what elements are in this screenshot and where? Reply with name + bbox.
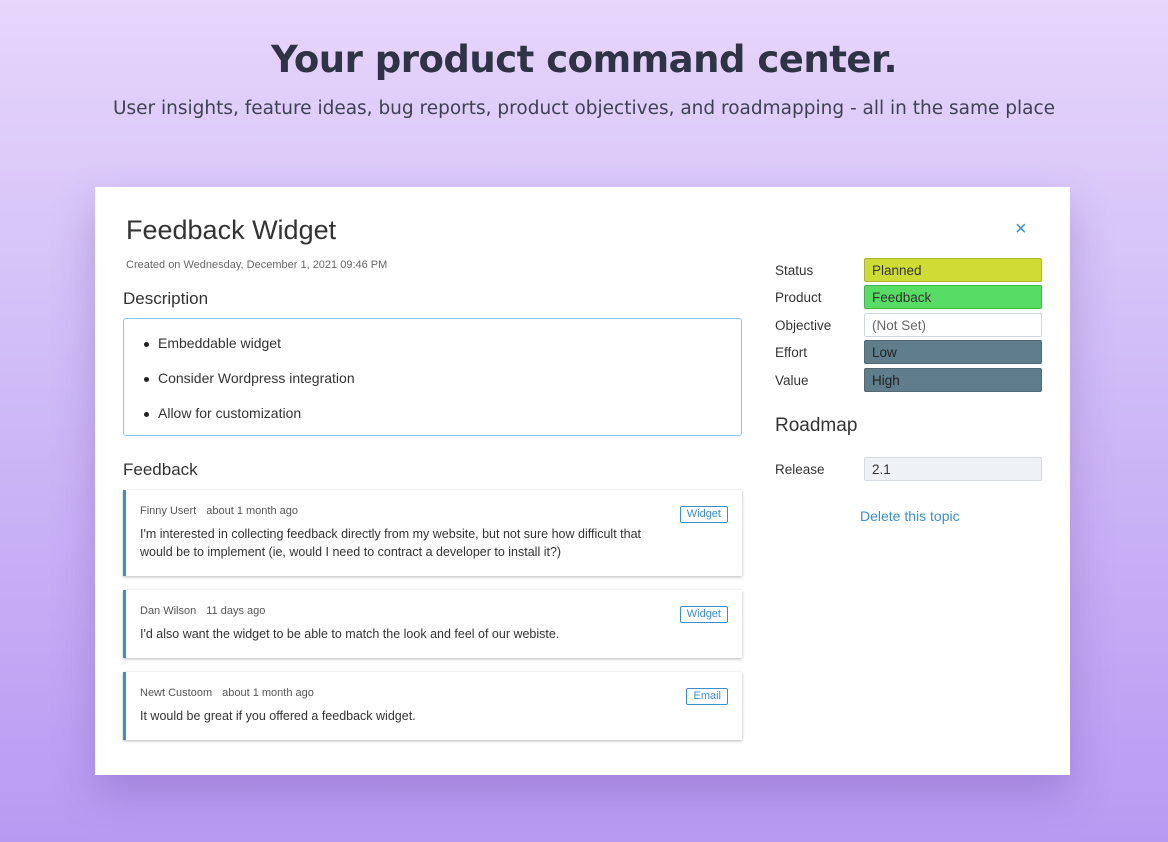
delete-topic-link[interactable]: Delete this topic: [860, 508, 960, 524]
roadmap-heading: Roadmap: [775, 415, 858, 436]
description-heading: Description: [123, 289, 209, 308]
release-input[interactable]: 2.1: [864, 457, 1042, 481]
feedback-text: I'd also want the widget to be able to m…: [140, 627, 560, 641]
topic-title: Feedback Widget: [126, 215, 337, 245]
feedback-time: 11 days ago: [206, 605, 266, 617]
close-icon[interactable]: ×: [1015, 219, 1027, 239]
effort-label: Effort: [775, 345, 808, 360]
status-label: Status: [775, 263, 814, 278]
value-select[interactable]: High: [864, 368, 1042, 392]
release-label: Release: [775, 462, 825, 477]
feedback-meta: Dan Wilson 11 days ago: [140, 605, 265, 617]
feedback-meta: Finny Usert about 1 month ago: [140, 505, 298, 517]
effort-select[interactable]: Low: [864, 340, 1042, 364]
value-label: Value: [775, 373, 809, 388]
objective-label: Objective: [775, 318, 832, 333]
hero-subtitle: User insights, feature ideas, bug report…: [112, 98, 1056, 119]
created-timestamp: Created on Wednesday, December 1, 2021 0…: [126, 259, 388, 271]
feedback-tag[interactable]: Widget: [679, 606, 728, 623]
hero-title: Your product command center.: [270, 38, 898, 81]
status-select[interactable]: Planned: [864, 258, 1042, 282]
feedback-heading: Feedback: [123, 460, 198, 479]
feedback-meta: Newt Custoom about 1 month ago: [140, 687, 314, 699]
description-item: Embeddable widget: [142, 335, 741, 370]
topic-card: Feedback Widget × Created on Wednesday, …: [95, 187, 1070, 775]
feedback-text: I'm interested in collecting feedback di…: [140, 527, 642, 559]
feedback-card[interactable]: Newt Custoom about 1 month ago It would b…: [123, 672, 742, 740]
description-item: Allow for customization: [142, 405, 741, 440]
feedback-text: It would be great if you offered a feedb…: [140, 709, 416, 723]
feedback-tag[interactable]: Widget: [679, 506, 728, 523]
feedback-card[interactable]: Finny Usert about 1 month ago I'm interes…: [123, 490, 742, 576]
objective-select[interactable]: (Not Set): [864, 313, 1042, 337]
feedback-card[interactable]: Dan Wilson 11 days ago I'd also want the …: [123, 590, 742, 658]
description-item: Consider Wordpress integration: [142, 370, 741, 405]
feedback-author: Newt Custoom: [140, 687, 213, 699]
feedback-author: Dan Wilson: [140, 605, 197, 617]
description-box[interactable]: Embeddable widget Consider Wordpress int…: [123, 318, 742, 436]
feedback-time: about 1 month ago: [222, 687, 314, 699]
feedback-tag[interactable]: Email: [686, 688, 728, 705]
feedback-author: Finny Usert: [140, 505, 197, 517]
product-select[interactable]: Feedback: [864, 285, 1042, 309]
product-label: Product: [775, 290, 822, 305]
feedback-time: about 1 month ago: [206, 505, 298, 517]
